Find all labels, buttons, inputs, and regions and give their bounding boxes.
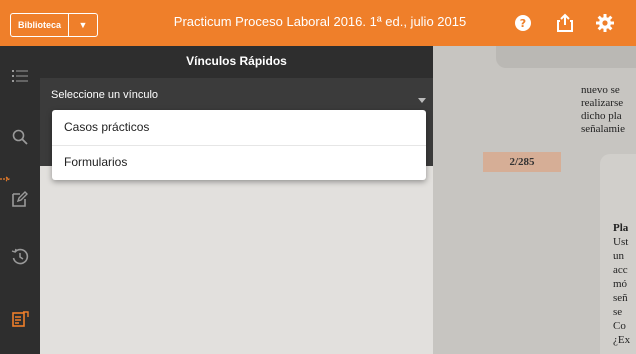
side-rail — [0, 46, 40, 354]
settings-button[interactable] — [593, 11, 617, 35]
box-heading: Pla — [613, 222, 629, 234]
chevron-down-icon: ▼ — [78, 20, 88, 30]
gear-icon — [596, 14, 614, 32]
link-dropdown: Casos prácticos Formularios — [52, 110, 426, 180]
option-casos-practicos[interactable]: Casos prácticos — [52, 110, 426, 145]
toc-button[interactable] — [8, 64, 32, 88]
library-dropdown-button[interactable]: ▼ — [69, 14, 97, 36]
box-line: señ — [613, 292, 628, 304]
page-header-tab — [496, 46, 636, 68]
annotate-icon — [12, 191, 28, 207]
help-button[interactable]: ? — [511, 11, 535, 35]
link-select-label: Seleccione un vínculo — [51, 89, 159, 101]
document-title: Practicum Proceso Laboral 2016. 1ª ed., … — [173, 14, 467, 29]
share-icon — [557, 13, 573, 32]
history-icon — [11, 248, 29, 265]
help-icon: ? — [515, 15, 531, 31]
box-line: Co — [613, 320, 626, 332]
box-line: ¿Ex — [613, 334, 631, 346]
select-arrow-icon — [418, 98, 426, 103]
pointer-marker-icon — [0, 176, 10, 182]
search-button[interactable] — [8, 125, 32, 149]
search-icon — [12, 129, 28, 145]
top-bar: Biblioteca ▼ Practicum Proceso Laboral 2… — [0, 0, 636, 46]
svg-text:?: ? — [520, 17, 526, 30]
history-button[interactable] — [8, 245, 32, 269]
box-line: se — [613, 306, 623, 318]
document-view[interactable]: nuevo se realizarse dicho pla señalamie … — [433, 46, 636, 354]
box-line: Ust — [613, 236, 629, 248]
list-icon — [12, 70, 28, 82]
doc-line: dicho pla — [581, 110, 622, 122]
option-formularios[interactable]: Formularios — [52, 145, 426, 180]
box-line: mó — [613, 278, 628, 290]
app-window: Biblioteca ▼ Practicum Proceso Laboral 2… — [0, 0, 636, 354]
library-button-group: Biblioteca ▼ — [10, 13, 99, 37]
library-button[interactable]: Biblioteca — [11, 14, 68, 36]
share-button[interactable] — [553, 11, 577, 35]
quick-links-button[interactable] — [8, 307, 32, 331]
doc-line: realizarse — [581, 97, 624, 109]
quick-links-icon — [12, 311, 29, 327]
quick-links-panel: Vínculos Rápidos Seleccione un vínculo C… — [40, 46, 433, 354]
panel-title: Vínculos Rápidos — [40, 46, 433, 78]
box-line: un — [613, 250, 624, 262]
doc-line: señalamie — [581, 123, 625, 135]
page-indicator: 2/285 — [483, 152, 561, 172]
box-line: acc — [613, 264, 628, 276]
doc-line: nuevo se — [581, 84, 620, 96]
annotations-button[interactable] — [8, 187, 32, 211]
